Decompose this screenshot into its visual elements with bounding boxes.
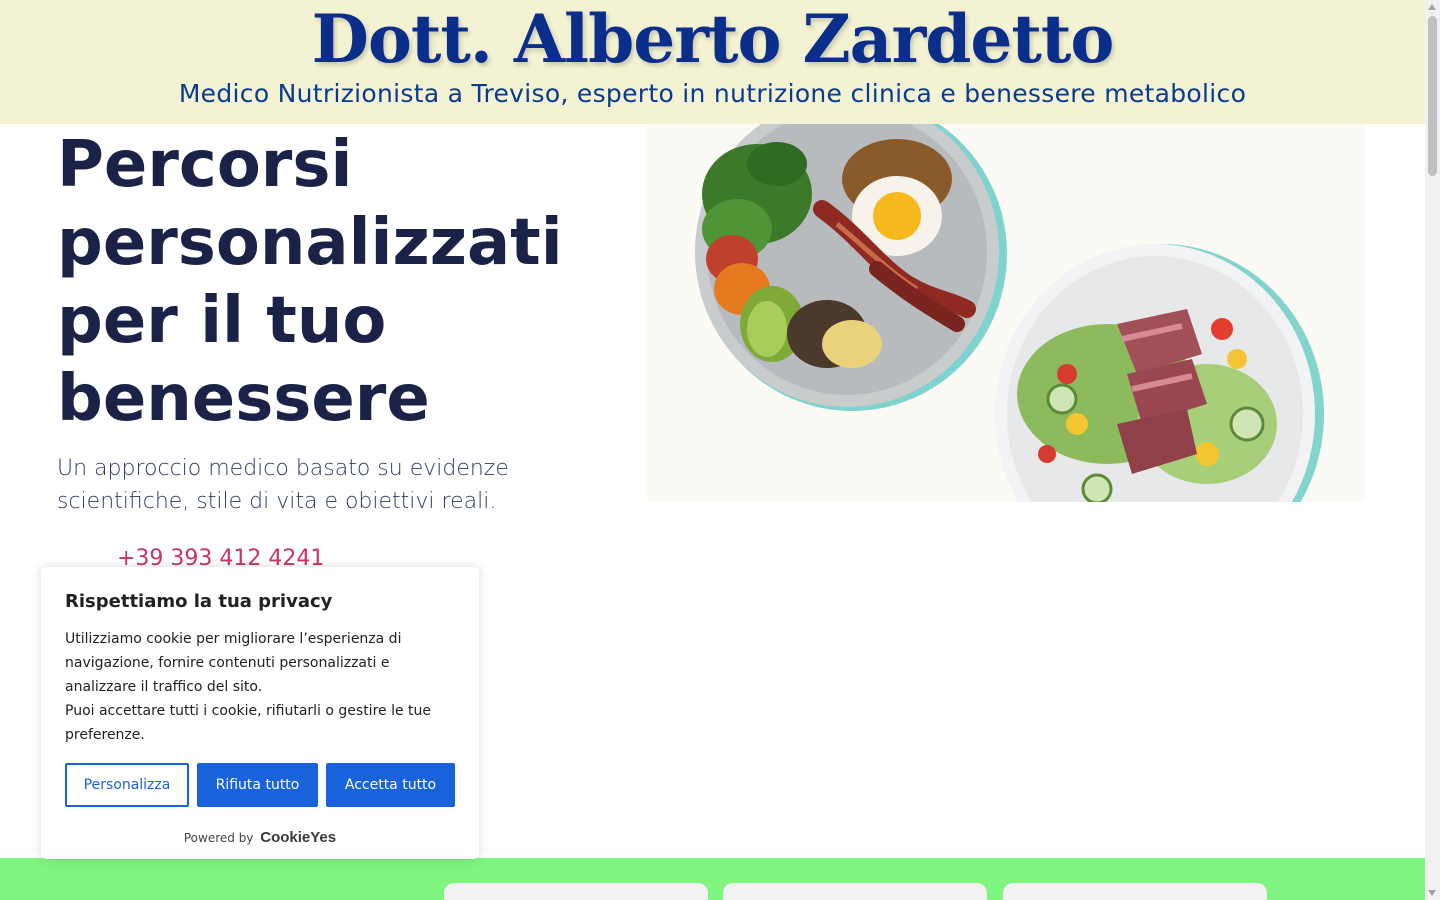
cookie-description-2: Puoi accettare tutti i cookie, rifiutarl… [65, 703, 432, 743]
food-plates-illustration [695, 124, 1324, 502]
scroll-up-arrow-icon[interactable] [1428, 4, 1436, 10]
service-card[interactable] [1003, 883, 1267, 900]
cookie-buttons: Personalizza Rifiuta tutto Accetta tutto [65, 763, 455, 807]
hero-subtitle: Un approccio medico basato su evidenze s… [57, 456, 509, 514]
page-viewport: Dott. Alberto Zardetto Medico Nutrizioni… [0, 0, 1425, 900]
service-card[interactable] [444, 883, 708, 900]
hero-heading-line: per il tuo [57, 284, 387, 358]
service-card[interactable] [723, 883, 987, 900]
customize-button[interactable]: Personalizza [65, 763, 189, 807]
site-title[interactable]: Dott. Alberto Zardetto [0, 0, 1425, 84]
hero-heading-line: personalizzati [57, 206, 563, 280]
reject-all-button[interactable]: Rifiuta tutto [197, 763, 318, 807]
cookie-consent-banner: Rispettiamo la tua privacy Utilizziamo c… [41, 567, 479, 859]
cookie-description: Utilizziamo cookie per migliorare l’espe… [65, 627, 455, 747]
site-header: Dott. Alberto Zardetto Medico Nutrizioni… [0, 0, 1425, 124]
cookie-title: Rispettiamo la tua privacy [65, 591, 333, 612]
vertical-scrollbar[interactable] [1425, 0, 1440, 900]
hero-heading: Percorsi personalizzati per il tuo benes… [57, 126, 617, 438]
scroll-down-arrow-icon[interactable] [1428, 890, 1436, 896]
hero-heading-line: Percorsi [57, 128, 353, 202]
food-plates-image [647, 124, 1365, 502]
hero-heading-line: benessere [57, 362, 430, 436]
powered-by: Powered by CookieYes [41, 829, 479, 846]
powered-by-text: Powered by [183, 831, 254, 845]
cookie-description-1: Utilizziamo cookie per migliorare l’espe… [65, 631, 402, 695]
site-tagline: Medico Nutrizionista a Treviso, esperto … [178, 79, 1247, 108]
scroll-thumb[interactable] [1428, 16, 1437, 176]
accept-all-button[interactable]: Accetta tutto [326, 763, 455, 807]
cookieyes-logo[interactable]: CookieYes [260, 829, 336, 846]
